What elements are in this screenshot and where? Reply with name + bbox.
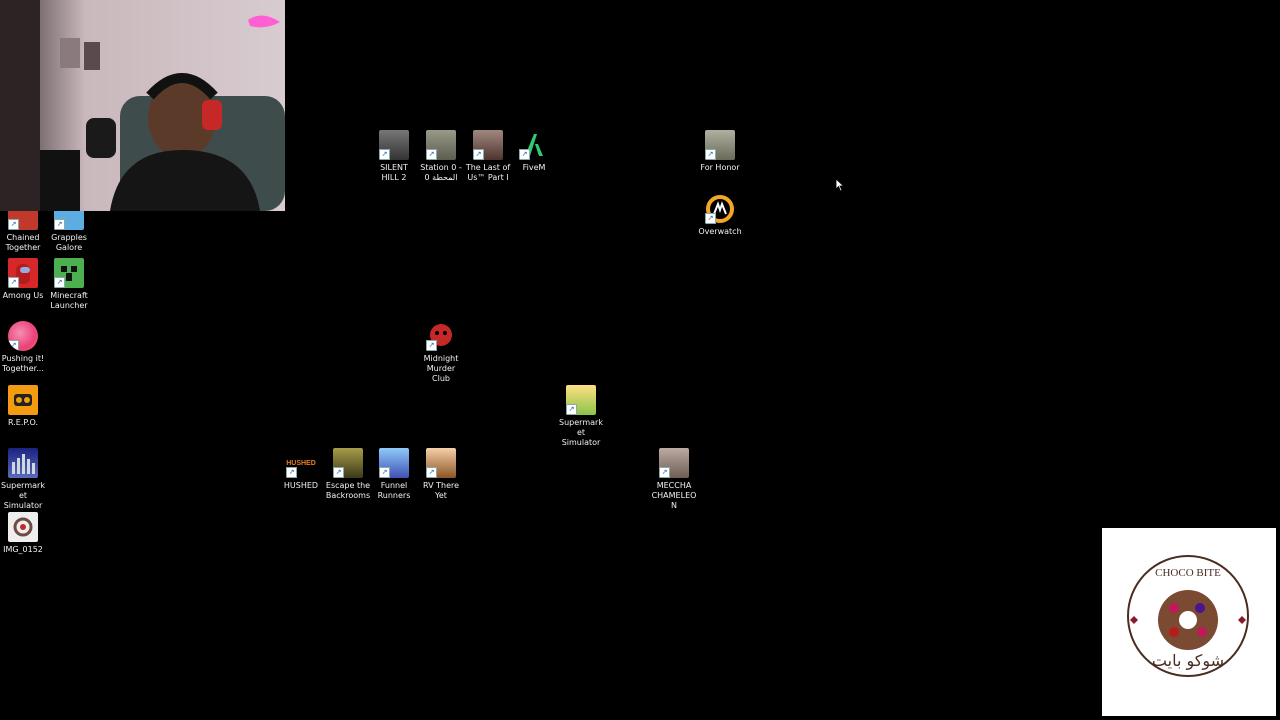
desktop-icon-supermarket-simulator-2[interactable]: ↗ Supermarket Simulator (558, 385, 604, 448)
desktop-icon-station-0[interactable]: ↗ Station 0 - المحطة 0 (418, 130, 464, 183)
hushed-icon: HUSHED ↗ (286, 448, 316, 478)
icon-label: HUSHED (283, 481, 319, 490)
desktop-icon-midnight-murder-club[interactable]: ↗ Midnight Murder Club (418, 321, 464, 384)
last-of-us-icon: ↗ (473, 130, 503, 160)
meccha-chameleon-icon: ↗ (659, 448, 689, 478)
fivem-icon: ↗ (519, 130, 549, 160)
desktop-icon-img-0152[interactable]: IMG_0152 (0, 512, 46, 555)
icon-label: R.E.P.O. (7, 418, 39, 427)
desktop-icon-silent-hill-2[interactable]: ↗ SILENT HILL 2 (371, 130, 417, 183)
webcam-overlay (0, 0, 285, 211)
desktop-icon-minecraft-launcher[interactable]: ↗ Minecraft Launcher (46, 258, 92, 311)
logo-arabic-text: شوكو بايت (1152, 651, 1224, 671)
desktop-icon-rv-there-yet[interactable]: ↗ RV There Yet (418, 448, 464, 501)
icon-label: Station 0 - المحطة 0 (420, 163, 462, 182)
desktop-icon-fivem[interactable]: ↗ FiveM (511, 130, 557, 173)
minecraft-icon: ↗ (54, 258, 84, 288)
icon-label: SILENT HILL 2 (380, 163, 408, 182)
mouse-cursor-icon (835, 177, 845, 196)
desktop-icon-overwatch[interactable]: ↗ Overwatch (697, 194, 743, 237)
among-us-icon: ↗ (8, 258, 38, 288)
icon-label: Supermarket Simulator (1, 481, 45, 510)
desktop-icon-for-honor[interactable]: ↗ For Honor (697, 130, 743, 173)
svg-text:HUSHED: HUSHED (286, 460, 316, 467)
icon-label: Escape the Backrooms (325, 481, 371, 500)
desktop-icon-escape-the-backrooms[interactable]: ↗ Escape the Backrooms (325, 448, 371, 501)
repo-icon (8, 385, 38, 415)
icon-label: Grapples Galore (51, 233, 87, 252)
pushing-it-icon: ↗ (8, 321, 38, 351)
icon-label: Funnel Runners (377, 481, 411, 500)
logo-text: CHOCO BITE (1155, 567, 1221, 579)
icon-label: RV There Yet (422, 481, 460, 500)
icon-label: FiveM (522, 163, 546, 172)
for-honor-icon: ↗ (705, 130, 735, 160)
image-file-icon (8, 512, 38, 542)
icon-label: Midnight Murder Club (423, 354, 459, 383)
desktop-icon-hushed[interactable]: HUSHED ↗ HUSHED (278, 448, 324, 491)
desktop-icon-repo[interactable]: R.E.P.O. (0, 385, 46, 428)
choco-bite-logo: CHOCO BITE شوكو بايت (1102, 528, 1276, 716)
icon-label: Among Us (2, 291, 44, 300)
icon-label: Supermarket Simulator (559, 418, 603, 447)
station-0-icon: ↗ (426, 130, 456, 160)
icon-label: MECCHA CHAMELEON (651, 481, 697, 510)
desktop-icon-supermarket-simulator[interactable]: Supermarket Simulator (0, 448, 46, 511)
icon-label: For Honor (700, 163, 740, 172)
desktop-icon-among-us[interactable]: ↗ Among Us (0, 258, 46, 301)
icon-label: Pushing it! Together... (1, 354, 45, 373)
webcam-feed (0, 0, 285, 211)
icon-label: The Last of Us™ Part I (465, 163, 511, 182)
overwatch-icon: ↗ (705, 194, 735, 224)
icon-label: Overwatch (698, 227, 742, 236)
desktop-icon-funnel-runners[interactable]: ↗ Funnel Runners (371, 448, 417, 501)
desktop-icon-meccha-chameleon[interactable]: ↗ MECCHA CHAMELEON (651, 448, 697, 511)
desktop-icon-last-of-us[interactable]: ↗ The Last of Us™ Part I (465, 130, 511, 183)
midnight-murder-club-icon: ↗ (426, 321, 456, 351)
icon-label: IMG_0152 (3, 545, 43, 554)
rv-there-yet-icon: ↗ (426, 448, 456, 478)
supermarket-simulator-icon (8, 448, 38, 478)
supermarket-simulator-2-icon: ↗ (566, 385, 596, 415)
funnel-runners-icon: ↗ (379, 448, 409, 478)
silent-hill-icon: ↗ (379, 130, 409, 160)
escape-backrooms-icon: ↗ (333, 448, 363, 478)
desktop-icon-pushing-it[interactable]: ↗ Pushing it! Together... (0, 321, 46, 374)
icon-label: Minecraft Launcher (50, 291, 88, 310)
icon-label: Chained Together (5, 233, 41, 252)
